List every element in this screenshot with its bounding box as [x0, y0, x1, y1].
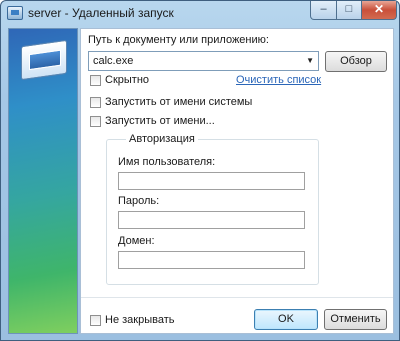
dont-close-label[interactable]: Не закрывать — [105, 314, 174, 326]
cancel-button[interactable]: Отменить — [324, 309, 387, 330]
title-bar[interactable]: server - Удаленный запуск – □ ✕ — [1, 1, 399, 25]
browse-button[interactable]: Обзор — [325, 51, 387, 72]
side-banner — [8, 28, 78, 334]
hidden-checkbox[interactable] — [90, 75, 101, 86]
remote-run-icon — [7, 6, 23, 20]
remote-computer-icon — [21, 39, 67, 81]
auth-group-title: Авторизация — [126, 133, 198, 145]
dont-close-checkbox[interactable] — [90, 315, 101, 326]
dialog-content: Путь к документу или приложению: calc.ex… — [80, 28, 394, 334]
remote-run-dialog: server - Удаленный запуск – □ ✕ Путь к д… — [0, 0, 400, 341]
maximize-button[interactable]: □ — [336, 1, 362, 20]
ok-button[interactable]: OK — [254, 309, 318, 330]
username-label: Имя пользователя: — [118, 156, 216, 168]
password-field[interactable] — [118, 211, 305, 229]
dropdown-arrow-icon[interactable]: ▼ — [306, 56, 314, 65]
domain-label: Домен: — [118, 235, 155, 247]
password-label: Пароль: — [118, 195, 160, 207]
run-as-system-label[interactable]: Запустить от имени системы — [105, 96, 252, 108]
footer-separator — [81, 297, 393, 298]
run-as-user-checkbox[interactable] — [90, 116, 101, 127]
domain-field[interactable] — [118, 251, 305, 269]
run-as-system-checkbox[interactable] — [90, 97, 101, 108]
hidden-checkbox-label[interactable]: Скрытно — [105, 74, 149, 86]
minimize-button[interactable]: – — [310, 1, 337, 20]
username-field[interactable] — [118, 172, 305, 190]
close-button[interactable]: ✕ — [361, 1, 397, 20]
path-combobox[interactable]: calc.exe ▼ — [88, 51, 319, 71]
window-title: server - Удаленный запуск — [28, 6, 174, 20]
run-as-user-label[interactable]: Запустить от имени... — [105, 115, 215, 127]
path-value[interactable]: calc.exe — [93, 55, 133, 67]
path-label: Путь к документу или приложению: — [88, 34, 269, 46]
clear-list-link[interactable]: Очистить список — [236, 74, 321, 86]
